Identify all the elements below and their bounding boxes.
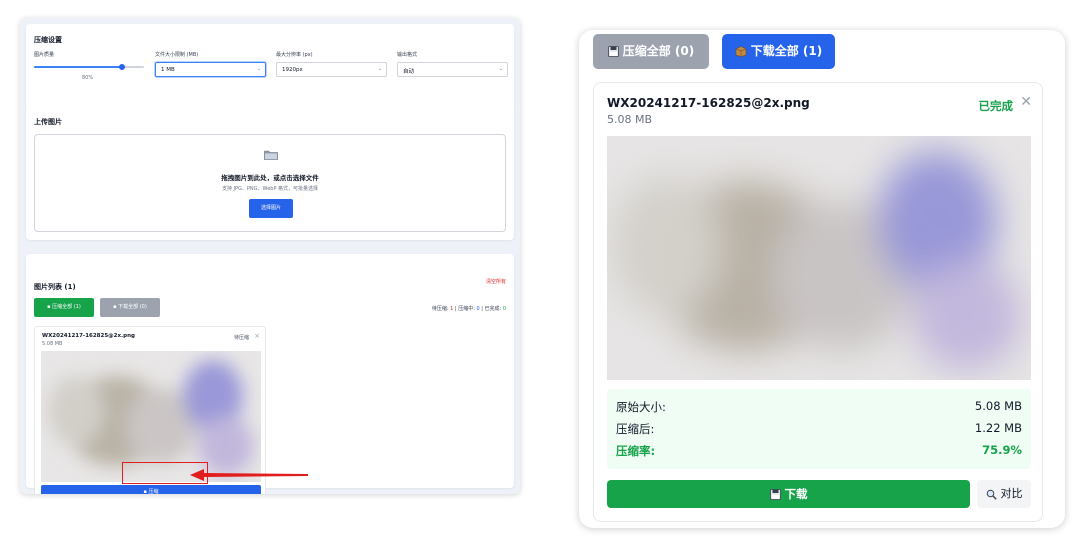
close-icon[interactable]: ×	[254, 332, 260, 340]
download-all-button[interactable]: 下载全部 (1)	[722, 34, 835, 69]
select-image-button[interactable]: 选择图片	[249, 199, 293, 218]
drop-title: 拖拽图片到此处，或点击选择文件	[221, 174, 319, 182]
original-size-label: 原始大小:	[616, 400, 666, 414]
ratio-value: 75.9%	[982, 443, 1022, 457]
ratio-label: 压缩率:	[616, 444, 656, 458]
clear-all-link[interactable]: 清空所有	[486, 278, 506, 285]
compression-stats: 原始大小: 5.08 MB 压缩后: 1.22 MB 压缩率: 75.9%	[607, 389, 1031, 469]
magnifier-icon	[986, 489, 997, 500]
max-res-label: 最大分辨率 (px)	[276, 52, 313, 58]
stat-ratio: 压缩率: 75.9%	[616, 443, 1022, 459]
image-file-name: WX20241217-162825@2x.png	[607, 96, 810, 110]
compare-button[interactable]: 对比	[977, 480, 1031, 508]
upload-card: 上传图片 拖拽图片到此处，或点击选择文件 支持 JPG、PNG、WebP 格式，…	[26, 106, 514, 240]
drop-subtitle: 支持 JPG、PNG、WebP 格式，可批量选择	[221, 186, 319, 192]
dropzone[interactable]: 拖拽图片到此处，或点击选择文件 支持 JPG、PNG、WebP 格式，可批量选择…	[34, 134, 506, 232]
waiting-label: 待压缩:	[431, 306, 449, 312]
compressed-size-label: 压缩后:	[616, 422, 655, 436]
compress-label: 压缩	[148, 489, 159, 494]
max-size-value: 1 MB	[161, 67, 175, 73]
settings-card: 压缩设置 图片质量 80% 文件大小限制 (MB) 1 MB ⌄ 最大分辨率 (…	[26, 24, 514, 116]
max-res-value: 1920px	[282, 67, 303, 73]
chevron-down-icon: ⌄	[498, 66, 503, 72]
save-icon	[607, 46, 619, 57]
download-label: 下载	[784, 487, 808, 501]
max-res-select[interactable]: 1920px ⌄	[276, 62, 387, 77]
download-all-label: 下载全部 (1)	[750, 44, 823, 58]
compress-button[interactable]: ▪ 压缩	[41, 485, 261, 494]
done-label: 已完成:	[484, 306, 502, 312]
quality-value: 80%	[82, 75, 94, 81]
download-all-label: 下载全部 (0)	[118, 304, 147, 310]
image-file-name: WX20241217-162825@2x.png	[42, 333, 135, 339]
chevron-down-icon: ⌄	[377, 66, 382, 72]
done-count: 0	[502, 306, 506, 312]
chevron-down-icon: ⌄	[256, 66, 261, 72]
processing-label: 压缩中:	[458, 306, 475, 312]
compressor-window-right: 压缩全部 (0) 下载全部 (1) WX20241217-162825@2x.p…	[579, 30, 1065, 528]
image-file-size: 5.08 MB	[42, 341, 63, 347]
processing-count: 0	[476, 306, 480, 312]
image-list-card: 图片列表 (1) 清空所有 ▪ 压缩全部 (1) ▪ 下载全部 (0) 待压缩:…	[26, 254, 514, 494]
original-size-value: 5.08 MB	[974, 399, 1022, 413]
waiting-count: 1	[450, 306, 454, 312]
quality-slider-thumb[interactable]	[119, 64, 125, 70]
download-all-button[interactable]: ▪ 下载全部 (0)	[100, 298, 160, 317]
stat-original: 原始大小: 5.08 MB	[616, 399, 1022, 415]
queue-stats: 待压缩: 1 | 压缩中: 0 | 已完成: 0	[431, 306, 506, 312]
image-item: WX20241217-162825@2x.png 5.08 MB 已完成 ✕ 原…	[593, 82, 1043, 522]
compress-all-label: 压缩全部 (0)	[622, 44, 695, 58]
save-icon	[769, 489, 781, 500]
compress-all-button[interactable]: ▪ 压缩全部 (1)	[34, 298, 94, 317]
compress-all-button[interactable]: 压缩全部 (0)	[593, 34, 709, 69]
list-title: 图片列表 (1)	[34, 283, 76, 291]
compress-all-label: 压缩全部 (1)	[52, 304, 81, 310]
max-size-select[interactable]: 1 MB ⌄	[155, 62, 266, 77]
package-icon	[735, 46, 747, 57]
annotation-arrow-icon	[190, 469, 308, 481]
quality-slider-fill	[34, 66, 122, 68]
compressed-size-value: 1.22 MB	[974, 421, 1022, 435]
image-status: 待压缩	[233, 335, 249, 341]
close-icon[interactable]: ✕	[1020, 94, 1032, 110]
download-button[interactable]: 下载	[607, 480, 970, 508]
compressor-window-left: 压缩设置 图片质量 80% 文件大小限制 (MB) 1 MB ⌄ 最大分辨率 (…	[20, 18, 520, 494]
stat-compressed: 压缩后: 1.22 MB	[616, 421, 1022, 437]
image-status: 已完成	[978, 99, 1014, 113]
quality-label: 图片质量	[34, 52, 55, 58]
settings-title: 压缩设置	[34, 36, 62, 44]
max-size-label: 文件大小限制 (MB)	[155, 52, 199, 58]
compare-label: 对比	[1000, 487, 1023, 500]
image-file-size: 5.08 MB	[607, 113, 653, 126]
image-preview	[607, 136, 1031, 380]
upload-title: 上传图片	[34, 118, 62, 126]
format-label: 输出格式	[397, 52, 418, 58]
format-value: 自动	[403, 69, 415, 75]
folder-icon	[264, 150, 278, 160]
quality-slider[interactable]	[34, 64, 144, 70]
format-select[interactable]: 自动 ⌄	[397, 62, 508, 77]
